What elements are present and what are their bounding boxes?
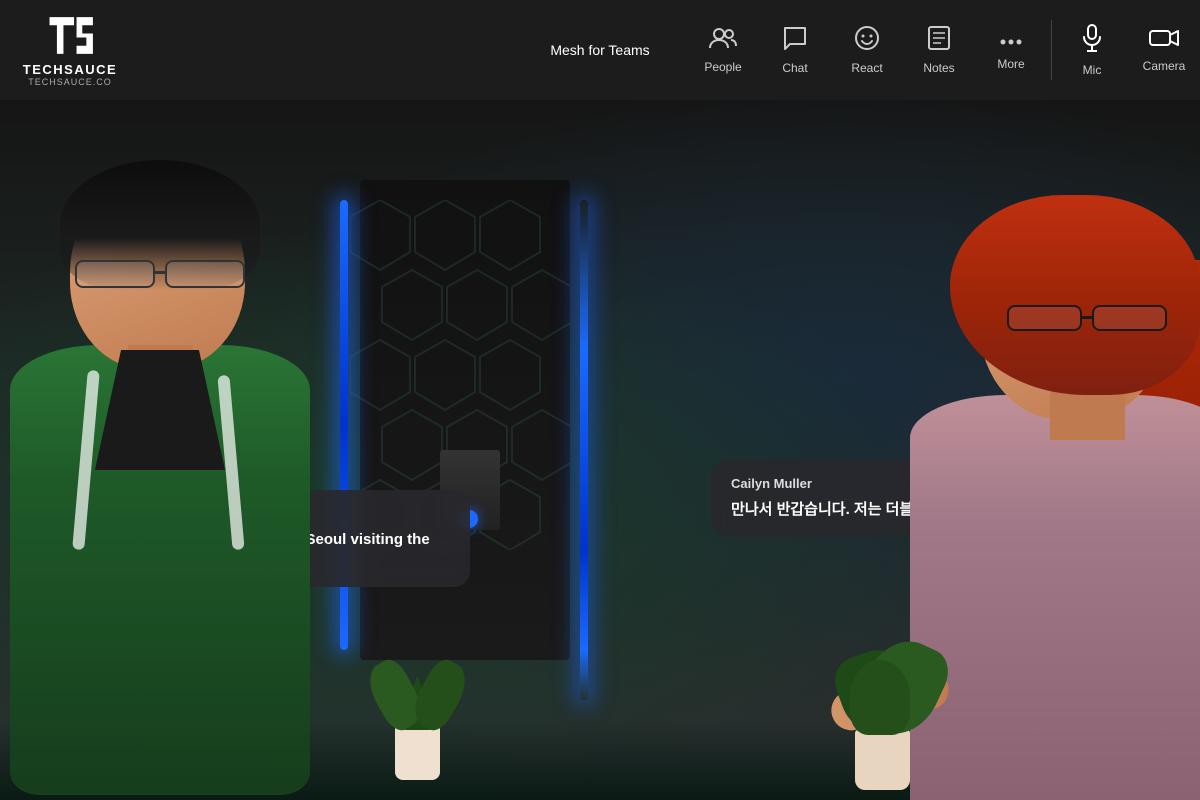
more-button[interactable]: More xyxy=(975,0,1047,100)
camera-label: Camera xyxy=(1143,59,1186,73)
chat-button[interactable]: Chat xyxy=(759,0,831,100)
avatar-left xyxy=(0,150,400,800)
notes-icon xyxy=(927,25,951,55)
controls-right: People Chat xyxy=(687,0,1200,100)
camera-icon xyxy=(1149,27,1179,53)
top-bar: TECHSAUCE TECHSAUCE.CO Mesh for Teams Pe… xyxy=(0,0,1200,100)
notes-label: Notes xyxy=(923,61,954,75)
scene: Kim So Yeon That's great, I'm in Seoul v… xyxy=(0,100,1200,800)
logo-sub: TECHSAUCE.CO xyxy=(28,77,112,87)
camera-button[interactable]: Camera xyxy=(1128,0,1200,100)
more-icon xyxy=(998,29,1024,51)
app-title: Mesh for Teams xyxy=(550,42,649,58)
logo-icon xyxy=(45,13,95,58)
logo-text: TECHSAUCE xyxy=(23,62,117,77)
av-controls: Mic Camera xyxy=(1056,0,1200,100)
people-label: People xyxy=(704,60,741,74)
chat-label: Chat xyxy=(782,61,807,75)
mic-icon xyxy=(1081,24,1103,57)
react-label: React xyxy=(851,61,882,75)
blue-strip-right xyxy=(580,200,588,700)
mic-label: Mic xyxy=(1083,63,1102,77)
people-button[interactable]: People xyxy=(687,0,759,100)
plant-left xyxy=(395,725,440,780)
react-button[interactable]: React xyxy=(831,0,903,100)
notes-button[interactable]: Notes xyxy=(903,0,975,100)
control-group-main: People Chat xyxy=(687,0,1047,100)
chat-icon xyxy=(782,25,808,55)
plant-right xyxy=(855,730,910,790)
logo-area: TECHSAUCE TECHSAUCE.CO xyxy=(0,0,140,100)
people-icon xyxy=(709,26,737,54)
more-label: More xyxy=(997,57,1024,71)
react-icon xyxy=(854,25,880,55)
mic-button[interactable]: Mic xyxy=(1056,0,1128,100)
controls-divider xyxy=(1051,20,1052,80)
